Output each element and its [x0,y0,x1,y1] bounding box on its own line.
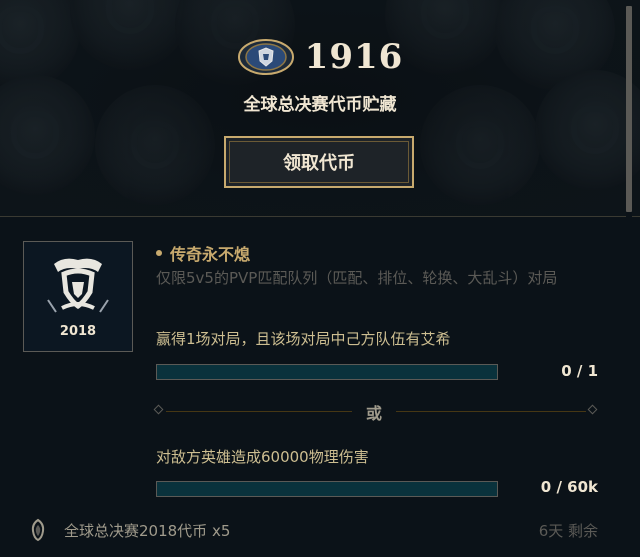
divider-line [396,411,586,412]
divider-line [166,411,352,412]
mission-art: 2018 [23,241,133,352]
mission-description: 仅限5v5的PVP匹配队列（匹配、排位、轮换、大乱斗）对局 [156,269,558,287]
divider-diamond-icon [153,404,164,415]
reward-text: 全球总决赛2018代币 x5 [64,522,231,540]
objective-progress-bar [156,481,498,497]
claim-tokens-button[interactable]: 领取代币 [224,136,414,188]
scrollbar-thumb[interactable] [626,6,632,212]
objective-progress-count: 0 / 60k [540,478,598,496]
token-count: 1916 [304,37,404,77]
objective-text: 赢得1场对局，且该场对局中己方队伍有艾希 [156,330,451,348]
token-reward-icon [31,518,45,542]
token-bank-title: 全球总决赛代币贮藏 [243,95,397,115]
or-divider-label: 或 [365,404,382,423]
mission-reward-row: 全球总决赛2018代币 x5 6天 剩余 [0,516,640,546]
objective-progress-bar [156,364,498,380]
token-bank-header: 1916 全球总决赛代币贮藏 领取代币 [0,0,640,217]
objective-text: 对敌方英雄造成60000物理伤害 [156,448,369,466]
mission-title-row: 传奇永不熄 [156,242,250,264]
mission-title: 传奇永不熄 [170,245,251,264]
divider-diamond-icon [587,404,598,415]
time-remaining: 6天 剩余 [538,522,598,540]
scrollbar[interactable] [626,6,632,552]
bullet-icon [156,250,162,256]
mission-art-year: 2018 [59,324,97,339]
mission-panel: 1916 全球总决赛代币贮藏 领取代币 2018 传奇永不熄 仅限5v5的PVP… [0,0,640,557]
worlds-token-icon [237,38,295,76]
token-balance: 1916 [0,34,640,80]
objective-progress-count: 0 / 1 [561,362,598,380]
